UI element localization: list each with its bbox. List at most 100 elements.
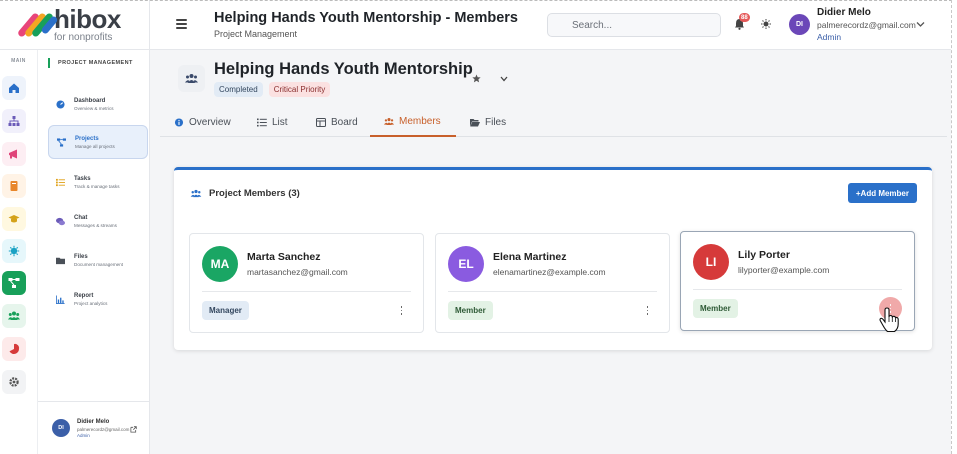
status-badge: Completed xyxy=(214,82,263,97)
nav-item-tasks[interactable]: Tasks Track & manage tasks xyxy=(48,165,148,199)
hand-cursor-icon xyxy=(879,307,899,333)
virus-icon xyxy=(8,245,20,257)
nav-item-desc: Document management xyxy=(74,261,124,267)
icon-rail: MAIN xyxy=(0,50,38,454)
tab-label: Board xyxy=(331,117,358,128)
sun-icon[interactable] xyxy=(761,19,771,29)
rail-reports-button[interactable] xyxy=(2,337,26,361)
external-link-icon[interactable] xyxy=(130,426,137,433)
member-card: EL Elena Martinez elenamartinez@example.… xyxy=(435,233,670,333)
header-user-info[interactable]: Didier Melo palmerecordz@gmail.com Admin xyxy=(817,7,916,42)
members-panel-title-text: Project Members (3) xyxy=(209,188,300,199)
more-options-icon[interactable] xyxy=(400,306,403,315)
nav-item-dashboard[interactable]: Dashboard Overview & metrics xyxy=(48,87,148,121)
card-divider xyxy=(448,291,657,292)
role-badge: Member xyxy=(693,299,738,318)
search-input[interactable] xyxy=(547,13,721,37)
project-nav-panel: PROJECT MANAGEMENT Dashboard Overview & m… xyxy=(38,50,150,454)
pie-chart-icon xyxy=(9,343,20,354)
brand-logo[interactable]: hibox for nonprofits xyxy=(0,0,150,50)
chat-bubbles-icon xyxy=(56,217,65,225)
rail-org-button[interactable] xyxy=(2,109,26,133)
tab-label: List xyxy=(272,117,288,128)
sitemap-icon xyxy=(8,116,20,126)
tab-overview[interactable]: Overview xyxy=(174,108,231,137)
role-badge: Member xyxy=(448,301,493,320)
board-icon xyxy=(316,118,326,127)
nav-user-email: palmerecordz@gmail.com xyxy=(77,426,130,432)
member-name: Marta Sanchez xyxy=(247,251,321,263)
chevron-down-icon[interactable] xyxy=(500,76,508,82)
nav-item-projects[interactable]: Projects Manage all projects xyxy=(48,125,148,159)
main-content: Helping Hands Youth Mentorship Completed… xyxy=(150,50,957,454)
book-icon xyxy=(10,181,18,191)
card-divider xyxy=(693,289,902,290)
tab-list[interactable]: List xyxy=(257,108,288,137)
nav-item-title: Projects xyxy=(75,135,99,142)
header-user-name: Didier Melo xyxy=(817,7,871,18)
nav-item-chat[interactable]: Chat Messages & streams xyxy=(48,204,148,238)
star-icon[interactable] xyxy=(472,74,481,83)
rail-settings-button[interactable] xyxy=(2,370,26,394)
avatar: DI xyxy=(52,419,70,437)
nav-item-desc: Track & manage tasks xyxy=(74,183,120,189)
nav-item-desc: Project analytics xyxy=(74,300,108,306)
megaphone-icon xyxy=(9,149,17,159)
avatar: MA xyxy=(202,246,238,282)
tab-board[interactable]: Board xyxy=(316,108,358,137)
folder-open-icon xyxy=(470,119,480,127)
add-member-button[interactable]: +Add Member xyxy=(847,183,917,203)
menu-toggle-icon[interactable] xyxy=(176,19,187,29)
tab-label: Overview xyxy=(189,117,231,128)
nav-item-desc: Messages & streams xyxy=(74,222,117,228)
members-panel: Project Members (3) +Add Member MA Marta… xyxy=(174,167,932,350)
users-icon xyxy=(384,118,394,125)
tab-files[interactable]: Files xyxy=(470,108,506,137)
users-icon xyxy=(185,74,198,83)
dashboard-icon xyxy=(56,99,65,109)
member-email: elenamartinez@example.com xyxy=(493,267,606,277)
users-icon xyxy=(190,189,202,198)
members-panel-title: Project Members (3) xyxy=(190,188,300,199)
avatar: LI xyxy=(693,244,729,280)
tab-label: Files xyxy=(485,117,507,128)
gear-icon xyxy=(9,377,19,387)
tab-members[interactable]: Members xyxy=(370,108,456,137)
project-tabs: Overview List Board Members Files xyxy=(160,108,947,137)
header-user-role: Admin xyxy=(817,32,842,42)
list-icon xyxy=(257,118,267,127)
rail-label: MAIN xyxy=(11,58,26,64)
rail-education-button[interactable] xyxy=(2,207,26,231)
chevron-down-icon[interactable] xyxy=(916,21,925,28)
project-diagram-icon xyxy=(57,137,66,147)
top-header: Helping Hands Youth Mentorship - Members… xyxy=(150,0,957,50)
info-icon xyxy=(174,118,184,127)
rail-campaign-button[interactable] xyxy=(2,142,26,166)
nav-item-title: Report xyxy=(74,292,94,299)
nav-item-title: Tasks xyxy=(74,175,91,182)
rail-projects-button[interactable] xyxy=(2,271,26,295)
avatar[interactable]: DI xyxy=(789,14,810,35)
more-options-icon[interactable] xyxy=(646,306,649,315)
member-email: martasanchez@gmail.com xyxy=(247,267,348,277)
project-diagram-icon xyxy=(8,278,20,288)
nav-item-title: Files xyxy=(74,253,88,260)
nav-item-title: Dashboard xyxy=(74,97,106,104)
project-icon-tile xyxy=(178,65,205,92)
member-card: MA Marta Sanchez martasanchez@gmail.com … xyxy=(189,233,424,333)
rail-home-button[interactable] xyxy=(2,76,26,100)
nav-item-files[interactable]: Files Document management xyxy=(48,243,148,277)
priority-badge: Critical Priority xyxy=(268,82,331,97)
graduation-cap-icon xyxy=(8,215,20,223)
nav-user-card[interactable]: DI Didier Melo palmerecordz@gmail.com Ad… xyxy=(38,401,149,454)
page-right-edge xyxy=(951,0,957,454)
member-name: Lily Porter xyxy=(738,249,790,261)
rail-team-button[interactable] xyxy=(2,304,26,328)
nav-item-desc: Manage all projects xyxy=(75,143,115,149)
nav-item-report[interactable]: Report Project analytics xyxy=(48,282,148,316)
rail-docs-button[interactable] xyxy=(2,174,26,198)
rail-network-button[interactable] xyxy=(2,239,26,263)
users-icon xyxy=(8,311,20,320)
nav-item-title: Chat xyxy=(74,214,88,221)
home-icon xyxy=(9,83,19,93)
